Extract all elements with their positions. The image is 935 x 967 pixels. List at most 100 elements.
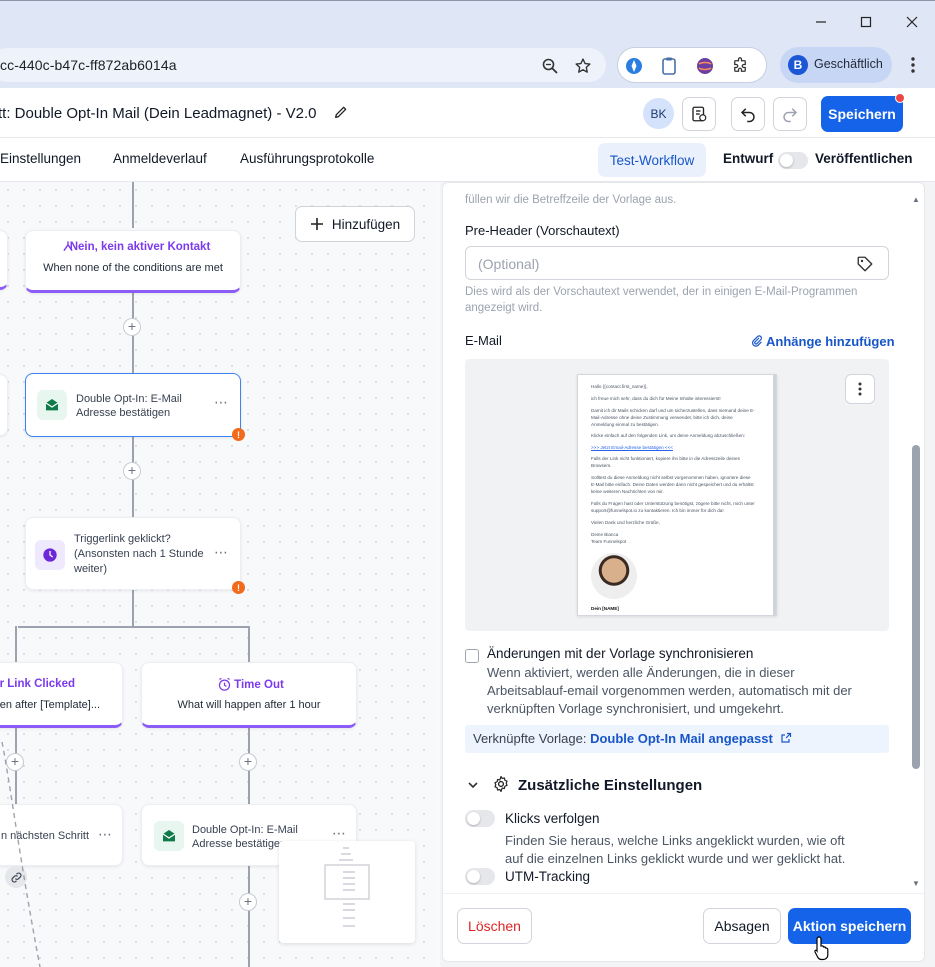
user-avatar[interactable]: BK (643, 98, 674, 129)
browser-titlebar (0, 0, 935, 42)
add-step-plus-icon[interactable]: + (123, 318, 141, 336)
warning-icon[interactable]: ! (232, 428, 245, 441)
linked-template-link[interactable]: Double Opt-In Mail angepasst (590, 731, 773, 746)
linked-template-text: Verknüpfte Vorlage: Double Opt-In Mail a… (473, 731, 792, 746)
extension-globe-icon[interactable] (694, 55, 716, 77)
sync-template-checkbox[interactable] (465, 649, 479, 663)
linked-template-prefix: Verknüpfte Vorlage: (473, 731, 591, 746)
save-button[interactable]: Speichern (821, 96, 903, 132)
profile-avatar: B (788, 55, 808, 75)
email-node-line2: Adresse bestätigen (76, 407, 171, 419)
tab-settings[interactable]: Einstellungen (0, 151, 81, 166)
preview-confirm-link: >>> Jetzt Email-Adresse bestätigen <<< (591, 445, 673, 450)
panel-scrollbar[interactable]: ▲ ▼ (911, 195, 921, 888)
more-options-icon[interactable]: ⋯ (98, 826, 113, 843)
connector-line (248, 866, 250, 967)
address-bar[interactable]: cc-440c-b47c-ff872ab6014a (0, 48, 606, 82)
preheader-input[interactable]: (Optional) (465, 246, 889, 280)
track-clicks-toggle[interactable] (465, 810, 495, 827)
utm-tracking-toggle[interactable] (465, 868, 495, 885)
cancel-button[interactable]: Absagen (703, 908, 781, 944)
branch-node-link-clicked[interactable]: ger Link Clicked pen after [Template]... (0, 662, 123, 728)
undo-button[interactable] (731, 97, 765, 131)
preview-line: Dein [NAME] (591, 606, 619, 611)
connector-line (15, 626, 17, 662)
test-workflow-button[interactable]: Test-Workflow (598, 143, 706, 177)
scroll-up-icon[interactable]: ▲ (911, 195, 921, 205)
preview-line: Falls der Link nicht funktioniert, kopie… (591, 456, 740, 461)
scroll-down-icon[interactable]: ▼ (911, 879, 921, 889)
sync-template-description: Wenn aktiviert, werden alle Änderungen, … (487, 665, 852, 716)
minimize-icon[interactable] (806, 9, 836, 35)
connector-line (132, 590, 134, 626)
bookmark-star-icon[interactable] (572, 55, 594, 77)
additional-settings-title[interactable]: Zusätzliche Einstellungen (518, 777, 702, 794)
unsaved-indicator (895, 93, 905, 103)
email-label: E-Mail (465, 333, 502, 348)
edit-pencil-icon[interactable] (333, 104, 351, 122)
tab-bar: Einstellungen Anmeldeverlauf Ausführungs… (0, 138, 935, 182)
maximize-icon[interactable] (851, 9, 881, 35)
extension-clipboard-icon[interactable] (658, 55, 680, 77)
connector-line (132, 182, 134, 228)
add-step-plus-icon[interactable]: + (123, 462, 141, 480)
dashed-goto-path (1, 742, 41, 967)
tab-execution-logs[interactable]: Ausführungsprotokolle (240, 151, 374, 166)
more-options-icon[interactable]: ⋯ (214, 394, 229, 411)
add-step-plus-icon[interactable]: + (239, 893, 257, 911)
sync-template-title: Änderungen mit der Vorlage synchronisier… (487, 646, 754, 661)
wait-node[interactable]: Triggerlink geklickt? (Ansonsten nach 1 … (25, 517, 241, 590)
profile-chip[interactable]: B Geschäftlich (780, 47, 892, 83)
delete-button[interactable]: Löschen (457, 908, 532, 944)
tab-enrollment-history[interactable]: Anmeldeverlauf (113, 151, 207, 166)
wait-node-line2: (Ansonsten nach 1 Stunde (74, 548, 204, 560)
workflow-title: tt: Double Opt-In Mail (Dein Leadmagnet)… (0, 105, 317, 122)
preview-line: Falls du Fragen hast oder Unterstützung … (591, 501, 755, 506)
add-attachments-link[interactable]: Anhänge hinzufügen (751, 334, 895, 349)
hand-cursor-icon (814, 936, 829, 961)
track-clicks-desc-2: auf die einzelnen Links geklickt wurde u… (505, 851, 846, 866)
email-template-thumbnail: Hallo {{contact.first_name}}, ich freue … (577, 374, 777, 616)
more-options-icon[interactable]: ⋯ (332, 825, 347, 842)
branch-subtitle: What will happen after 1 hour (177, 699, 321, 711)
zoom-icon[interactable] (539, 55, 561, 77)
preview-line: support@funnelspot.io zu kontaktieren. I… (591, 508, 724, 513)
branch-title: Nein, kein aktiver Kontakt (69, 241, 211, 253)
connector-line (248, 626, 250, 662)
scrollbar-thumb[interactable] (912, 445, 920, 769)
browser-toolbar: cc-440c-b47c-ff872ab6014a B Geschäftlich (0, 42, 935, 88)
merge-tag-icon[interactable] (856, 255, 874, 273)
browser-menu-icon[interactable] (903, 54, 923, 76)
save-action-button[interactable]: Aktion speichern (788, 908, 911, 944)
more-options-icon[interactable]: ⋯ (214, 544, 229, 561)
add-step-plus-icon[interactable]: + (239, 753, 257, 771)
publish-label: Veröffentlichen (815, 151, 913, 166)
redo-button[interactable] (773, 97, 807, 131)
workflow-canvas[interactable]: + + + + + Nein, kein aktiver Kontakt Whe… (0, 182, 436, 967)
publish-toggle[interactable] (778, 152, 808, 169)
extension-compass-icon[interactable] (623, 55, 645, 77)
add-node-button[interactable]: Hinzufügen (295, 206, 415, 242)
close-window-icon[interactable] (897, 9, 927, 35)
warning-icon[interactable]: ! (232, 581, 245, 594)
branch-node-timeout[interactable]: Time Out What will happen after 1 hour (141, 662, 357, 728)
paperclip-icon (752, 335, 762, 347)
workflow-node-partial[interactable] (0, 374, 8, 436)
notes-button[interactable] (682, 97, 716, 131)
extensions-puzzle-icon[interactable] (729, 55, 751, 77)
email-action-node[interactable]: Double Opt-In: E-Mail Adresse bestätigen… (25, 373, 241, 437)
email-preview[interactable]: Hallo {{contact.first_name}}, ich freue … (465, 359, 889, 631)
branch-title: Time Out (234, 679, 284, 691)
preheader-placeholder: (Optional) (478, 256, 540, 272)
chevron-down-icon[interactable] (467, 779, 479, 794)
preview-line: Mail-Adresse ohne deine Zustimmung verwe… (591, 415, 733, 420)
linked-template-bar: Verknüpfte Vorlage: Double Opt-In Mail a… (465, 725, 889, 753)
branch-node-none[interactable]: Nein, kein aktiver Kontakt When none of … (25, 230, 241, 293)
track-clicks-label: Klicks verfolgen (505, 811, 600, 826)
preview-line: Damit ich dir Mails schicken darf und um… (591, 408, 755, 413)
workflow-node-partial[interactable] (0, 230, 8, 290)
canvas-minimap[interactable] (279, 841, 415, 943)
preview-more-icon[interactable] (845, 374, 875, 404)
preheader-label: Pre-Header (Vorschautext) (465, 223, 620, 238)
preview-scrollbar (773, 375, 776, 615)
